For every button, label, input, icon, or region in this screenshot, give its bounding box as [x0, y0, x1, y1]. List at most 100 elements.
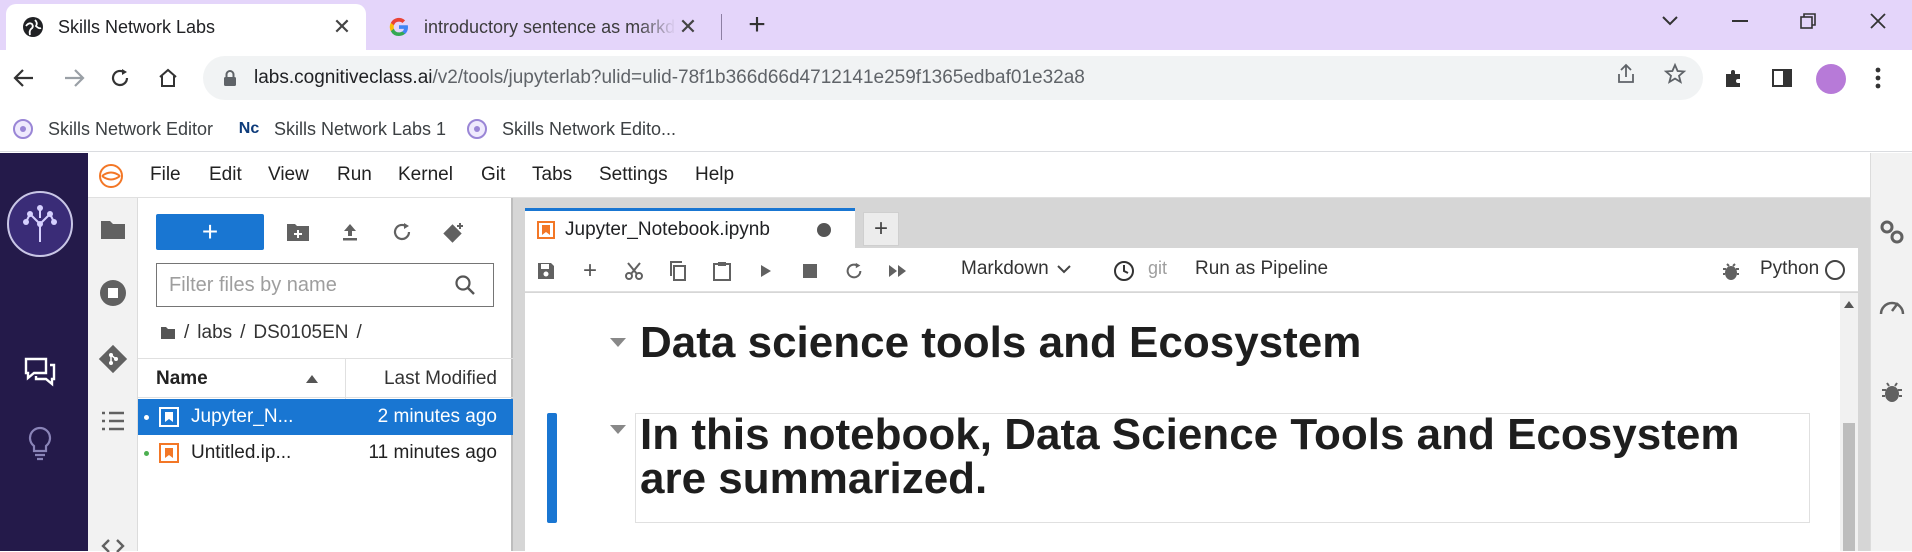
- close-icon[interactable]: ✕: [676, 14, 700, 39]
- git-icon[interactable]: [96, 342, 130, 376]
- column-name[interactable]: Name: [156, 368, 208, 390]
- google-icon: [388, 16, 410, 38]
- file-row-untitled[interactable]: Untitled.ip... 11 minutes ago: [138, 435, 513, 471]
- browser-tabstrip: Skills Network Labs ✕ introductory sente…: [0, 0, 1912, 50]
- menu-file[interactable]: File: [150, 164, 181, 186]
- bookmark-skills-network-labs-1[interactable]: Nc Skills Network Labs 1: [238, 116, 446, 142]
- restart-icon[interactable]: [841, 258, 867, 284]
- active-cell-indicator[interactable]: [547, 413, 557, 523]
- markdown-heading: In this notebook, Data Science Tools and…: [640, 410, 1740, 503]
- menu-git[interactable]: Git: [481, 164, 505, 186]
- file-modified: 11 minutes ago: [368, 442, 497, 463]
- share-icon[interactable]: [1614, 62, 1638, 86]
- notebook-tab-title: Jupyter_Notebook.ipynb: [565, 218, 770, 240]
- save-icon[interactable]: [533, 258, 559, 284]
- gauge-icon[interactable]: [1877, 291, 1907, 321]
- cell-type-select[interactable]: Markdown: [961, 258, 1071, 280]
- minimize-icon[interactable]: [1706, 0, 1774, 42]
- folder-icon[interactable]: [160, 326, 176, 340]
- filter-files-box[interactable]: [156, 263, 494, 307]
- lightbulb-icon[interactable]: [20, 423, 60, 463]
- globe-icon: [22, 16, 44, 38]
- extensions-icon[interactable]: [1720, 64, 1748, 92]
- chat-icon[interactable]: [20, 351, 60, 391]
- menu-tabs[interactable]: Tabs: [532, 164, 572, 186]
- address-bar[interactable]: labs.cognitiveclass.ai/v2/tools/jupyterl…: [203, 56, 1703, 100]
- filter-files-input[interactable]: [169, 273, 449, 297]
- scrollbar-thumb[interactable]: [1843, 423, 1855, 551]
- debugger-icon[interactable]: [1718, 258, 1744, 284]
- menu-settings[interactable]: Settings: [599, 164, 668, 186]
- menu-dots-icon[interactable]: [1864, 64, 1892, 92]
- breadcrumb-sep: /: [240, 322, 246, 343]
- profile-avatar[interactable]: [1816, 64, 1846, 94]
- breadcrumb-sep: /: [356, 322, 362, 343]
- add-tab-button[interactable]: +: [863, 212, 899, 246]
- new-tab-icon[interactable]: +: [740, 8, 774, 42]
- stop-icon[interactable]: [797, 258, 823, 284]
- bookmark-skills-network-editor[interactable]: Skills Network Editor: [12, 116, 213, 142]
- fast-forward-icon[interactable]: [885, 258, 911, 284]
- kernel-name[interactable]: Python: [1760, 258, 1819, 280]
- close-window-icon[interactable]: [1844, 0, 1912, 42]
- code-icon[interactable]: [96, 532, 130, 552]
- bookmark-label: Skills Network Labs 1: [274, 118, 447, 139]
- clock-icon[interactable]: [1111, 258, 1137, 284]
- browser-tab-skills-network-labs[interactable]: Skills Network Labs ✕: [6, 4, 366, 50]
- column-divider[interactable]: [345, 359, 346, 399]
- menu-edit[interactable]: Edit: [209, 164, 242, 186]
- cut-icon[interactable]: [621, 258, 647, 284]
- browser-tab-google-search[interactable]: introductory sentence as markdown ✕: [372, 4, 712, 50]
- reload-icon[interactable]: [100, 58, 140, 98]
- breadcrumb-ds0105en[interactable]: DS0105EN: [253, 322, 348, 344]
- collapse-heading-icon[interactable]: [610, 425, 626, 434]
- scrollbar[interactable]: [1840, 293, 1858, 551]
- insert-cell-icon[interactable]: +: [577, 257, 603, 284]
- tab-title: Skills Network Labs: [58, 16, 216, 37]
- sidepanel-icon[interactable]: [1768, 64, 1796, 92]
- menu-view[interactable]: View: [268, 164, 309, 186]
- running-dot: [144, 450, 149, 456]
- debugger-icon[interactable]: [1877, 377, 1907, 407]
- markdown-heading: Data science tools and Ecosystem: [640, 318, 1362, 367]
- refresh-icon[interactable]: [386, 216, 418, 248]
- run-as-pipeline-button[interactable]: Run as Pipeline: [1195, 258, 1328, 280]
- collapse-heading-icon[interactable]: [610, 338, 626, 347]
- scroll-up-icon[interactable]: [1844, 301, 1854, 308]
- copy-icon[interactable]: [665, 258, 691, 284]
- property-inspector-icon[interactable]: [1877, 217, 1907, 247]
- upload-icon[interactable]: [334, 216, 366, 248]
- close-icon[interactable]: ✕: [330, 14, 354, 39]
- run-icon[interactable]: [753, 258, 779, 284]
- running-icon[interactable]: [96, 276, 130, 310]
- new-launcher-button[interactable]: +: [156, 214, 264, 250]
- breadcrumb-labs[interactable]: labs: [197, 322, 232, 344]
- back-icon[interactable]: [4, 58, 44, 98]
- menu-run[interactable]: Run: [337, 164, 372, 186]
- new-folder-icon[interactable]: [282, 216, 314, 248]
- forward-icon[interactable]: [54, 58, 94, 98]
- star-icon[interactable]: [1663, 62, 1687, 86]
- table-of-contents-icon[interactable]: [96, 404, 130, 438]
- git-clone-icon[interactable]: [438, 216, 470, 248]
- restore-icon[interactable]: [1774, 0, 1842, 42]
- file-name: Jupyter_N...: [191, 406, 294, 427]
- notebook-tab[interactable]: Jupyter_Notebook.ipynb: [525, 208, 855, 248]
- folder-icon[interactable]: [96, 212, 130, 246]
- running-dot: [144, 414, 149, 420]
- menu-help[interactable]: Help: [695, 164, 734, 186]
- tab-search-icon[interactable]: [1636, 0, 1704, 42]
- home-icon[interactable]: [148, 58, 188, 98]
- main-dock-area: Jupyter_Notebook.ipynb + + Markdown git …: [513, 198, 1870, 551]
- file-row-jupyter-notebook[interactable]: Jupyter_N... 2 minutes ago: [138, 399, 513, 435]
- notebook-toolbar: + Markdown git Run as Pipeline Python: [525, 248, 1858, 292]
- unsaved-dot-icon[interactable]: [817, 222, 831, 237]
- skills-network-logo[interactable]: [7, 191, 73, 257]
- column-last-modified[interactable]: Last Modified: [384, 368, 497, 390]
- bookmark-skills-network-editor-2[interactable]: Skills Network Edito...: [466, 116, 676, 142]
- paste-icon[interactable]: [709, 258, 735, 284]
- notebook-area: Data science tools and Ecosystem In this…: [525, 293, 1858, 551]
- git-label[interactable]: git: [1148, 258, 1167, 279]
- menu-kernel[interactable]: Kernel: [398, 164, 453, 186]
- skills-network-icon: [12, 118, 34, 140]
